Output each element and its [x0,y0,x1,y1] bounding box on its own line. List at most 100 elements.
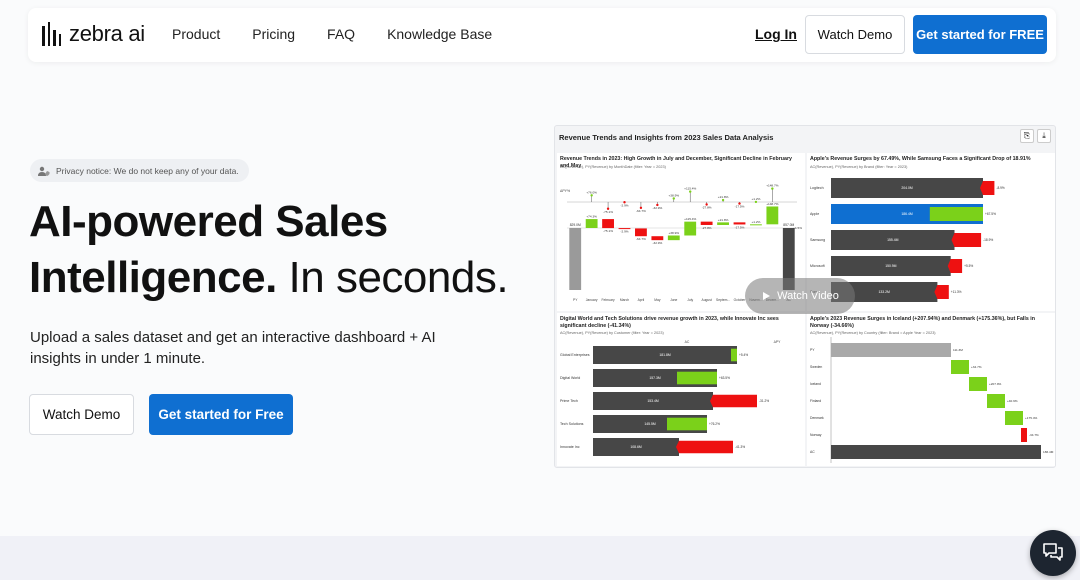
panel4-row-bar [1005,411,1023,425]
panel1-month-label: May [654,298,661,302]
panel1-pct-label: +1.2% [751,197,760,201]
panel3-row-delta: +63.5% [719,376,730,380]
panel3-row-delta-bar [667,417,707,431]
nav-knowledge-base[interactable]: Knowledge Base [387,26,492,42]
panel2-row-delta-bar [980,181,995,195]
panel1-var-label: +21.8% [718,218,729,222]
panel4-row-label: Iceland [810,382,821,386]
panel4-row-bar [831,343,951,357]
panel-customer-revenue: Digital World and Tech Solutions drive r… [557,313,805,466]
panel1-var-label: -17.5% [735,225,745,229]
panel2-row-value: 204.0M [901,186,912,190]
watch-video-button[interactable]: Watch Video [745,278,855,314]
panel1-month-label: January [586,298,598,302]
panel1-pin-dot [754,200,758,204]
hero-title-line1: AI-powered Sales [29,197,388,246]
hero-watch-demo-button[interactable]: Watch Demo [29,394,134,435]
panel4-row-label: PY [810,348,815,352]
panel4-row-bar [951,360,969,374]
panel3-row-delta-bar [710,394,757,408]
panel2-row-delta: -8.9% [996,186,1004,190]
nav-faq[interactable]: FAQ [327,26,355,42]
panel3-col-label: AC [685,340,690,344]
header-watch-demo-button[interactable]: Watch Demo [805,15,905,54]
panel1-pin-dot [672,197,675,200]
panel3-row-value: 181.8M [659,353,670,357]
panel1-pct-label: +148.7% [766,184,779,188]
panel1-var-label: -2.9% [620,229,628,233]
panel1-pct-label: -17.5% [735,205,745,209]
panel1-pin-dot [771,187,774,190]
panel4-row-value: +34.7% [971,365,982,369]
panel3-row-label: Digital World [560,376,580,380]
panel1-month-label: August [702,298,712,302]
panel2-row-label: Microsoft [810,264,825,268]
panel3-row-delta-bar [731,348,737,362]
panel1-py-label: 829.0M [570,223,581,227]
panel1-variance-bar [700,221,713,225]
panel3-row-value: 153.4M [647,399,658,403]
panel2-row-label: Samsung [810,238,825,242]
panel1-var-label: -27.8% [702,226,712,230]
panel4-row-value: 111.3M [953,348,963,352]
panel2-row-value: 133.2M [879,290,890,294]
panel3-chart: AC ΔPY Global Enterprises 181.8M +5.4% Digita… [560,340,782,456]
panel1-variance-bar [717,222,729,225]
panel1-var-label: -75.1% [603,229,613,233]
panel4-row-label: Finland [810,399,821,403]
panel1-pct-label: -2.9% [620,203,628,207]
next-section-band [0,536,1080,580]
panel1-pin-dot [689,190,692,193]
panel1-variance-bar [684,221,697,236]
user-shield-icon [38,166,50,176]
panel3-col-label: ΔPY [774,340,782,344]
panel4-row-bar [1021,428,1027,442]
panel1-pct-label: -64.7% [636,209,646,213]
panel1-side-delta: +1.5% [793,226,802,230]
panel1-month-label: February [601,298,615,302]
panel1-var-label: +148.7% [766,202,779,206]
nav-pricing[interactable]: Pricing [252,26,295,42]
hero-title-light: In seconds. [288,253,509,302]
chat-bubble-icon [1043,543,1063,561]
panel1-variance-bar [635,228,647,237]
nav-product[interactable]: Product [172,26,220,42]
chat-widget-button[interactable] [1030,530,1076,576]
panel4-row-label: AC [810,450,815,454]
panel-country-revenue: Apple's 2023 Revenue Surges in Iceland (… [807,313,1055,466]
panel2-row-value: 150.9M [885,264,896,268]
logo[interactable]: zebra ai [42,21,145,47]
panel4-row-value: -34.7% [1029,433,1039,437]
download-icon[interactable]: ⤓ [1037,129,1051,143]
panel2-row-label: Apple [810,212,819,216]
panel4-row-bar [987,394,1005,408]
panel1-variance-bar [733,222,746,225]
logo-text: zebra ai [69,21,145,46]
panel1-variance-bar [585,219,598,228]
panel1-variance-bar [667,235,680,241]
hero-title: AI-powered Sales Intelligence. In second… [29,194,509,306]
panel1-var-label: -32.9% [652,241,662,245]
login-link[interactable]: Log In [755,26,797,42]
panel2-row-delta: +11.3% [951,290,962,294]
panel1-var-label: +74.3% [586,215,597,219]
share-icon[interactable]: ⎘ [1020,129,1034,143]
panel3-row-label: Prime Tech [560,399,578,403]
panel3-row-value: 145.5M [644,422,655,426]
panel3-row-delta-bar [676,440,733,454]
panel1-var-label: +38.9% [668,231,679,235]
panel1-month-label: April [638,298,645,302]
panel2-row-delta-bar [947,259,963,273]
page: zebra ai Product Pricing FAQ Knowledge B… [0,0,1080,580]
hero-get-started-button[interactable]: Get started for Free [149,394,293,435]
panel4-row-value: 186.4M [1043,450,1054,454]
header-get-started-button[interactable]: Get started for FREE [913,15,1047,54]
panel2-row-delta-bar [951,233,982,247]
panel2-row-delta: -18.9% [983,238,993,242]
panel1-pct-label: +115.4% [684,187,696,191]
watch-video-label: Watch Video [777,290,839,302]
panel4-row-label: Norway [810,433,822,437]
hero-subtitle: Upload a sales dataset and get an intera… [30,329,436,367]
panel2-row-delta-bar [934,285,949,299]
panel1-month-label: March [620,298,629,302]
